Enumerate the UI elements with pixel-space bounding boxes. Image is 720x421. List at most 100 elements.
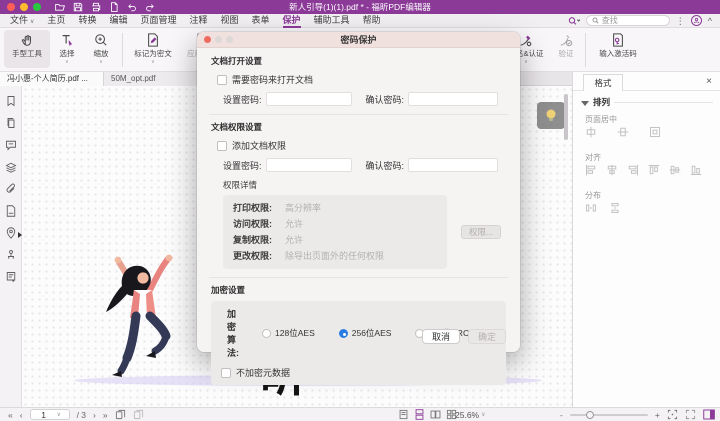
align-right-icon[interactable] [627, 164, 639, 176]
open-settings-title: 文档打开设置 [211, 55, 506, 67]
save-icon[interactable] [73, 2, 83, 12]
next-page-button[interactable]: › [93, 410, 96, 420]
distribute-horizontally-icon[interactable] [585, 202, 597, 214]
search-input[interactable]: 查找 [586, 15, 670, 26]
center-vertically-icon[interactable] [617, 126, 629, 138]
arrange-section-header[interactable]: 排列 [581, 96, 713, 108]
signature-panel-icon[interactable] [5, 249, 17, 261]
previous-page-button[interactable]: ‹ [20, 410, 23, 420]
previous-view-icon[interactable] [115, 409, 126, 420]
menu-protect[interactable]: 保护 [283, 14, 301, 28]
zoom-tool-button[interactable]: 缩放∨ [84, 28, 118, 64]
attachments-icon[interactable] [5, 183, 17, 195]
document-tab-2[interactable]: 50M_opt.pdf [104, 72, 208, 86]
form-fields-icon[interactable] [5, 271, 17, 283]
radio-128-aes[interactable]: 128位AES [262, 327, 315, 339]
open-confirm-password-input[interactable] [408, 92, 498, 106]
tip-lightbulb-button[interactable] [537, 102, 565, 129]
align-bottom-icon[interactable] [690, 164, 702, 176]
dialog-close-button[interactable] [204, 36, 211, 43]
menu-file[interactable]: 文件∨ [10, 14, 34, 28]
perm-set-password-input[interactable] [266, 158, 352, 172]
share-icon[interactable] [145, 2, 155, 12]
destinations-icon[interactable] [5, 227, 17, 239]
document-tab-1[interactable]: 冯小惠-个人简历.pdf ... [0, 72, 104, 86]
copy-permission-row: 复制权限:允许 [233, 232, 437, 248]
comments-icon[interactable] [5, 139, 17, 151]
continuous-view-icon[interactable] [414, 409, 425, 420]
zoom-out-button[interactable]: - [560, 410, 563, 420]
first-page-button[interactable]: « [8, 410, 13, 420]
center-both-icon[interactable] [649, 126, 661, 138]
canvas-vertical-scrollbar[interactable] [564, 94, 568, 140]
permission-details-box: 打印权限:高分辨率 访问权限:允许 复制权限:允许 更改权限:除导出页面外的任何… [223, 195, 447, 269]
align-center-icon[interactable] [606, 164, 618, 176]
last-page-button[interactable]: » [103, 410, 108, 420]
ribbon-divider [585, 33, 586, 67]
menu-help[interactable]: 帮助 [363, 14, 381, 28]
menu-view[interactable]: 视图 [221, 14, 239, 28]
zoom-slider[interactable] [570, 414, 648, 416]
undo-icon[interactable] [127, 2, 137, 12]
zoom-tool-dropdown-icon[interactable] [568, 16, 580, 26]
menu-accessibility[interactable]: 辅助工具 [314, 14, 350, 28]
tab-format[interactable]: 格式 [583, 74, 623, 91]
mark-for-redaction-button[interactable]: 标记为密文∨ [127, 28, 179, 64]
enter-activation-code-button[interactable]: 输入激活码 [590, 28, 646, 59]
dialog-body: 文档打开设置 需要密码来打开文档 设置密码: 确认密码: 文档权限设置 [197, 48, 520, 352]
bookmarks-icon[interactable] [5, 95, 17, 107]
cancel-button[interactable]: 取消 [422, 329, 460, 344]
align-top-icon[interactable] [648, 164, 660, 176]
radio-icon [262, 329, 271, 338]
close-icon[interactable]: × [706, 76, 712, 87]
new-document-icon[interactable] [109, 2, 119, 12]
zoom-level-dropdown[interactable]: 25.6% ∨ [455, 410, 486, 420]
menu-home[interactable]: 主页 [47, 14, 65, 28]
fullscreen-icon[interactable] [685, 409, 696, 420]
open-confirm-password-label: 确认密码: [366, 93, 405, 106]
align-label: 对齐 [585, 152, 601, 163]
hand-tool-button[interactable]: 手型工具 [4, 30, 50, 68]
print-icon[interactable] [91, 2, 101, 12]
menu-convert[interactable]: 转换 [78, 14, 96, 28]
fit-page-icon[interactable] [667, 409, 678, 420]
open-set-password-input[interactable] [266, 92, 352, 106]
facing-view-icon[interactable] [430, 409, 441, 420]
account-avatar[interactable] [691, 15, 702, 26]
pages-icon[interactable] [5, 117, 17, 129]
ok-button: 确定 [468, 329, 506, 344]
radio-256-aes[interactable]: 256位AES [339, 327, 392, 339]
menu-comment[interactable]: 注释 [189, 14, 207, 28]
no-metadata-encrypt-checkbox[interactable] [221, 368, 231, 378]
perm-confirm-password-input[interactable] [408, 158, 498, 172]
zoom-in-button[interactable]: + [655, 410, 660, 420]
distribute-vertically-icon[interactable] [609, 202, 621, 214]
single-page-view-icon[interactable] [398, 409, 409, 420]
align-left-icon[interactable] [585, 164, 597, 176]
page-number-input[interactable] [31, 410, 57, 420]
align-middle-icon[interactable] [669, 164, 681, 176]
status-bar: « ‹ ∨ / 3 › » 25.6% ∨ - + [0, 407, 720, 421]
add-permissions-checkbox[interactable] [217, 141, 227, 151]
zoom-slider-knob[interactable] [586, 411, 594, 419]
open-file-icon[interactable] [55, 2, 65, 12]
menu-form[interactable]: 表单 [252, 14, 270, 28]
more-options-icon[interactable]: ⋮ [676, 16, 685, 26]
layers-icon[interactable] [5, 161, 17, 173]
menu-edit[interactable]: 编辑 [109, 14, 127, 28]
require-open-password-checkbox[interactable] [217, 75, 227, 85]
toggle-panel-icon[interactable] [703, 409, 715, 420]
center-horizontally-icon[interactable] [585, 126, 597, 138]
collapse-ribbon-icon[interactable]: ^ [708, 16, 712, 26]
dialog-minimize-button [215, 36, 222, 43]
document-icon[interactable] [5, 205, 17, 217]
next-view-icon [133, 409, 144, 420]
select-tool-button[interactable]: 选择∨ [50, 28, 84, 64]
zoom-window-button[interactable] [33, 3, 41, 11]
menu-page-management[interactable]: 页面管理 [140, 14, 176, 28]
close-window-button[interactable] [7, 3, 15, 11]
user-icon [693, 17, 700, 24]
page-dropdown-caret-icon[interactable]: ∨ [57, 411, 61, 418]
minimize-window-button[interactable] [20, 3, 28, 11]
search-icon [592, 17, 599, 24]
